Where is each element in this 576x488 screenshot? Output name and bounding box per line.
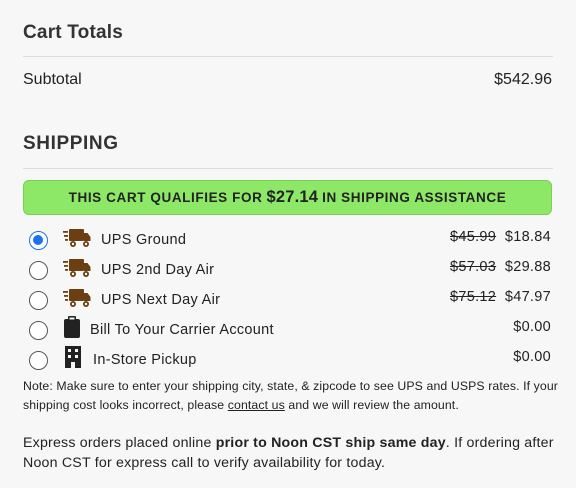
contact-us-link[interactable]: contact us bbox=[228, 398, 285, 412]
clipboard-icon bbox=[64, 316, 80, 342]
original-price: $57.03 bbox=[450, 259, 497, 275]
radio-button[interactable] bbox=[29, 351, 48, 370]
radio-button[interactable] bbox=[29, 231, 48, 250]
original-price: $45.99 bbox=[450, 229, 497, 245]
divider bbox=[23, 56, 553, 57]
price: $0.00 bbox=[513, 349, 551, 365]
note-text: and we will review the amount. bbox=[288, 398, 459, 412]
shipping-option-ups-ground[interactable]: UPS Ground $45.99 $18.84 bbox=[23, 229, 553, 255]
subtotal-row: Subtotal $542.96 bbox=[23, 71, 553, 89]
option-label: UPS Next Day Air bbox=[101, 292, 221, 308]
banner-amount: $27.14 bbox=[266, 188, 319, 206]
banner-suffix: IN SHIPPING ASSISTANCE bbox=[322, 190, 507, 205]
truck-icon bbox=[63, 226, 91, 254]
shipping-option-ups-next-day-air[interactable]: UPS Next Day Air $75.12 $47.97 bbox=[23, 289, 553, 315]
subtotal-label: Subtotal bbox=[23, 71, 82, 88]
option-label: In-Store Pickup bbox=[93, 352, 197, 368]
express-text: Express orders placed online bbox=[23, 435, 212, 451]
banner-prefix: THIS CART QUALIFIES FOR bbox=[68, 190, 263, 205]
truck-icon bbox=[63, 286, 91, 314]
option-label: UPS 2nd Day Air bbox=[101, 262, 215, 278]
express-cutoff: prior to Noon CST ship same day bbox=[215, 435, 446, 451]
cart-totals-title: Cart Totals bbox=[23, 22, 124, 43]
shipping-note: Note: Make sure to enter your shipping c… bbox=[23, 377, 563, 415]
subtotal-value: $542.96 bbox=[494, 71, 552, 88]
radio-button[interactable] bbox=[29, 321, 48, 340]
building-icon bbox=[65, 346, 81, 372]
option-label: Bill To Your Carrier Account bbox=[90, 322, 274, 338]
radio-button[interactable] bbox=[29, 291, 48, 310]
shipping-option-bill-carrier[interactable]: Bill To Your Carrier Account $0.00 bbox=[23, 316, 553, 345]
express-orders-note: Express orders placed online prior to No… bbox=[23, 434, 563, 473]
divider bbox=[23, 168, 553, 169]
shipping-assistance-banner: THIS CART QUALIFIES FOR $27.14 IN SHIPPI… bbox=[23, 180, 552, 215]
truck-icon bbox=[63, 256, 91, 284]
option-label: UPS Ground bbox=[101, 232, 187, 248]
shipping-title: SHIPPING bbox=[23, 133, 119, 154]
original-price: $75.12 bbox=[450, 289, 497, 305]
radio-button[interactable] bbox=[29, 261, 48, 280]
shipping-option-in-store-pickup[interactable]: In-Store Pickup $0.00 bbox=[23, 346, 553, 375]
price: $47.97 bbox=[504, 289, 551, 305]
price: $18.84 bbox=[504, 229, 551, 245]
shipping-option-ups-2nd-day-air[interactable]: UPS 2nd Day Air $57.03 $29.88 bbox=[23, 259, 553, 285]
price: $29.88 bbox=[504, 259, 551, 275]
price: $0.00 bbox=[513, 319, 551, 335]
